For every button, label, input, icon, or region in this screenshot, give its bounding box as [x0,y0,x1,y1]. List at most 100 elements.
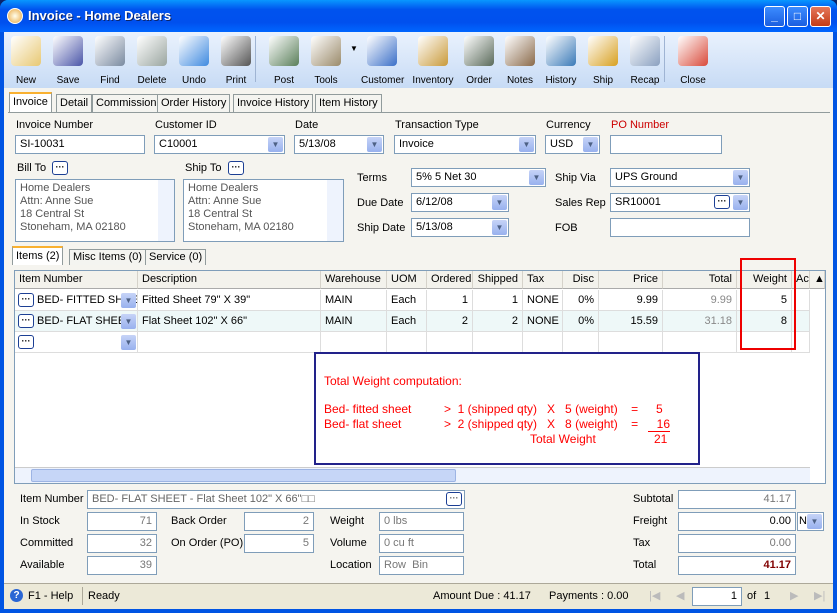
toolbar-print-button[interactable]: Print [215,34,257,86]
bill-to-address[interactable]: Home Dealers Attn: Anne Sue 18 Central St S… [15,179,175,242]
column-header[interactable]: UOM [387,271,427,289]
grid-cell[interactable]: Fitted Sheet 79" X 39" [138,290,321,311]
ship-to-lookup-button[interactable]: ··· [228,161,244,175]
toolbar-inventory-button[interactable]: Inventory [412,34,454,86]
horizontal-scrollbar[interactable] [15,467,810,483]
chevron-down-icon[interactable]: ▼ [121,314,136,329]
column-header[interactable]: Ordered [427,271,473,289]
grid-cell[interactable]: MAIN [321,290,387,311]
help-label[interactable]: F1 - Help [28,590,73,602]
tab-commission[interactable]: Commission [92,94,161,112]
toolbar-notes-button[interactable]: Notes [499,34,541,86]
grid-cell[interactable]: 2 [427,311,473,332]
scrollbar[interactable] [158,180,174,241]
chevron-down-icon[interactable]: ▼ [519,137,534,152]
chevron-down-icon[interactable]: ▼ [583,137,598,152]
customer-id-select[interactable]: C10001 ▼ [154,135,285,154]
last-page-icon[interactable]: ▶| [814,589,825,602]
tab-item-history[interactable]: Item History [315,94,382,112]
scrollbar[interactable] [327,180,343,241]
toolbar-new-button[interactable]: New [5,34,47,86]
toolbar-order-button[interactable]: Order [458,34,500,86]
chevron-down-icon[interactable]: ▼ [121,293,136,308]
tools-dropdown-icon[interactable]: ▼ [350,44,358,53]
grid-cell[interactable]: Each [387,311,427,332]
column-header[interactable]: Warehouse [321,271,387,289]
invoice-number-field[interactable]: SI-10031 [15,135,145,154]
grid-cell[interactable] [563,332,599,353]
toolbar-delete-button[interactable]: Delete [131,34,173,86]
grid-cell[interactable] [387,332,427,353]
item-lookup-button[interactable]: ··· [18,314,34,328]
grid-cell[interactable]: 1 [473,290,523,311]
grid-cell[interactable] [138,332,321,353]
due-date-picker[interactable]: 6/12/08 ▼ [411,193,509,212]
grid-cell[interactable] [523,332,563,353]
terms-select[interactable]: 5% 5 Net 30 ▼ [411,168,546,187]
date-picker[interactable]: 5/13/08 ▼ [294,135,384,154]
minimize-button[interactable]: _ [764,6,785,27]
freight-code-select[interactable]: N ▼ [797,512,824,531]
toolbar-tools-button[interactable]: Tools [305,34,347,86]
toolbar-recap-button[interactable]: Recap [624,34,666,86]
chevron-down-icon[interactable]: ▼ [492,220,507,235]
toolbar-post-button[interactable]: Post [263,34,305,86]
grid-cell[interactable] [473,332,523,353]
item-lookup-button[interactable]: ··· [18,293,34,307]
item-number-field[interactable]: BED- FLAT SHEET - Flat Sheet 102" X 66"□… [87,490,465,509]
chevron-down-icon[interactable]: ▼ [268,137,283,152]
grid-cell[interactable]: 9.99 [599,290,663,311]
bill-to-lookup-button[interactable]: ··· [52,161,68,175]
tab-invoice-history[interactable]: Invoice History [233,94,314,112]
item-lookup-button[interactable]: ··· [18,335,34,349]
previous-page-icon[interactable]: ◀ [676,589,684,602]
grid-cell[interactable] [663,332,737,353]
toolbar-save-button[interactable]: Save [47,34,89,86]
page-number-input[interactable]: 1 [692,587,742,606]
grid-cell[interactable]: 0% [563,311,599,332]
column-header[interactable]: Price [599,271,663,289]
grid-cell[interactable]: 0% [563,290,599,311]
toolbar-close-button[interactable]: Close [672,34,714,86]
grid-cell[interactable]: 1 [427,290,473,311]
ship-date-picker[interactable]: 5/13/08 ▼ [411,218,509,237]
tab-invoice[interactable]: Invoice [9,92,52,113]
toolbar-undo-button[interactable]: Undo [173,34,215,86]
grid-cell[interactable]: Each [387,290,427,311]
sales-rep-lookup-button[interactable]: ··· [714,195,730,209]
item-lookup-button[interactable]: ··· [446,492,462,506]
grid-cell[interactable]: 31.18 [663,311,737,332]
column-header[interactable]: Disc [563,271,599,289]
sales-rep-select[interactable]: SR10001 ··· ▼ [610,193,750,212]
tab-misc-items[interactable]: Misc Items (0) [69,249,147,265]
tab-order-history[interactable]: Order History [157,94,231,112]
column-header[interactable]: Description [138,271,321,289]
first-page-icon[interactable]: |◀ [649,589,660,602]
ship-to-address[interactable]: Home Dealers Attn: Anne Sue 18 Central St S… [183,179,344,242]
maximize-button[interactable]: □ [787,6,808,27]
currency-select[interactable]: USD ▼ [545,135,600,154]
column-header[interactable]: Total [663,271,737,289]
grid-cell[interactable]: MAIN [321,311,387,332]
next-page-icon[interactable]: ▶ [790,589,798,602]
chevron-down-icon[interactable]: ▼ [121,335,136,350]
toolbar-ship-button[interactable]: Ship [582,34,624,86]
transaction-type-select[interactable]: Invoice ▼ [394,135,536,154]
close-window-button[interactable]: ✕ [810,6,831,27]
chevron-down-icon[interactable]: ▼ [733,170,748,185]
grid-cell[interactable]: ··· ▼ [15,332,138,353]
tab-service[interactable]: Service (0) [145,249,207,265]
freight-field[interactable]: 0.00 [678,512,796,531]
chevron-down-icon[interactable]: ▼ [733,195,748,210]
grid-cell[interactable]: 9.99 [663,290,737,311]
grid-cell[interactable]: 2 [473,311,523,332]
chevron-down-icon[interactable]: ▼ [807,514,822,529]
chevron-down-icon[interactable]: ▼ [529,170,544,185]
grid-cell[interactable]: Flat Sheet 102" X 66" [138,311,321,332]
toolbar-find-button[interactable]: Find [89,34,131,86]
tab-detail[interactable]: Detail [56,94,93,112]
grid-cell[interactable] [599,332,663,353]
toolbar-customer-button[interactable]: Customer [361,34,404,86]
column-header[interactable]: Tax [523,271,563,289]
toolbar-history-button[interactable]: History [540,34,582,86]
